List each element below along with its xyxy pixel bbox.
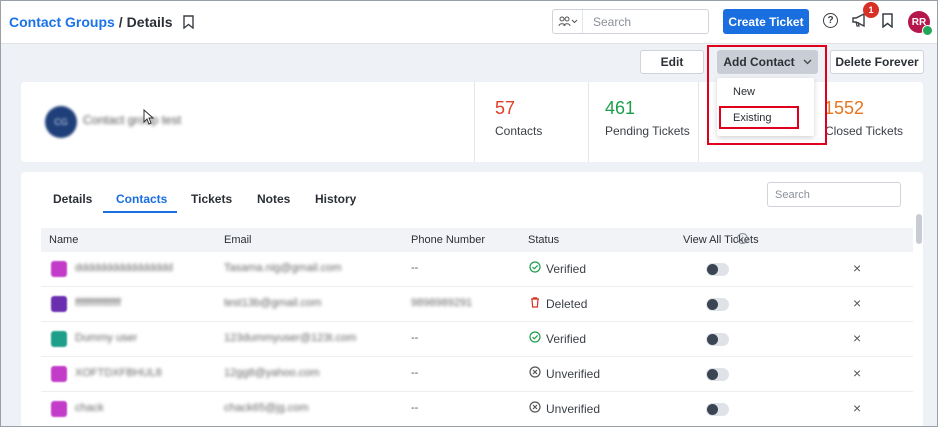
info-icon[interactable]: i bbox=[737, 233, 748, 244]
tab-contacts[interactable]: Contacts bbox=[116, 192, 167, 206]
notification-badge[interactable]: 1 bbox=[863, 2, 879, 18]
tab-notes[interactable]: Notes bbox=[257, 192, 290, 206]
contact-phone: -- bbox=[411, 332, 419, 344]
stat-pending-value: 461 bbox=[605, 98, 636, 118]
check-circle-icon bbox=[529, 261, 541, 276]
status-label: Verified bbox=[546, 261, 587, 276]
contact-name[interactable]: chack bbox=[75, 402, 104, 414]
contact-avatar bbox=[51, 401, 67, 417]
stat-pending-tickets: 461 Pending Tickets bbox=[588, 82, 698, 162]
status-label: Unverified bbox=[546, 401, 601, 416]
scrollbar-thumb[interactable] bbox=[916, 214, 922, 244]
view-all-tickets-toggle[interactable] bbox=[706, 368, 729, 381]
contact-name[interactable]: ffffffffffffffff bbox=[75, 297, 121, 309]
stat-pending-label: Pending Tickets bbox=[605, 124, 690, 138]
stat-closed-label: Closed Tickets bbox=[825, 124, 904, 138]
contact-status: Verified bbox=[529, 331, 586, 346]
active-tab-indicator bbox=[103, 211, 177, 213]
x-circle-icon bbox=[529, 366, 541, 381]
create-ticket-button[interactable]: Create Ticket bbox=[723, 9, 809, 34]
contacts-search-placeholder: Search bbox=[775, 189, 810, 201]
breadcrumb-separator: / bbox=[118, 14, 123, 30]
status-label: Verified bbox=[546, 331, 587, 346]
tab-details[interactable]: Details bbox=[53, 192, 92, 206]
stat-contacts-label: Contacts bbox=[495, 124, 543, 138]
table-header: Name Email Phone Number Status View All … bbox=[41, 228, 913, 252]
highlight-box-existing bbox=[719, 106, 799, 129]
status-label: Deleted bbox=[546, 296, 588, 311]
trash-icon bbox=[529, 296, 541, 311]
help-icon[interactable]: ? bbox=[823, 13, 838, 28]
global-search[interactable]: Search bbox=[552, 9, 709, 34]
contact-name[interactable]: dddddddddddddddd bbox=[75, 262, 173, 274]
column-header-phone[interactable]: Phone Number bbox=[411, 234, 485, 246]
contact-email: test13b@gmail.com bbox=[224, 297, 322, 309]
remove-contact-icon[interactable]: × bbox=[853, 330, 861, 346]
edit-button[interactable]: Edit bbox=[640, 50, 704, 74]
column-header-status[interactable]: Status bbox=[528, 234, 559, 246]
contacts-card: Details Contacts Tickets Notes History S… bbox=[21, 172, 923, 426]
view-all-tickets-toggle[interactable] bbox=[706, 298, 729, 311]
breadcrumb-contact-groups-link[interactable]: Contact Groups bbox=[9, 14, 115, 30]
contact-name[interactable]: XOFTDXFBHUL8 bbox=[75, 367, 162, 379]
contact-avatar bbox=[51, 261, 67, 277]
table-row[interactable]: chack chack65@jg.com -- Unverified × bbox=[41, 392, 913, 426]
view-all-tickets-toggle[interactable] bbox=[706, 263, 729, 276]
delete-forever-button[interactable]: Delete Forever bbox=[830, 50, 924, 74]
x-circle-icon bbox=[529, 401, 541, 416]
contact-email: Tasama.nig@gmail.com bbox=[224, 262, 342, 274]
contact-avatar bbox=[51, 331, 67, 347]
mouse-cursor-icon bbox=[143, 109, 155, 125]
status-label: Unverified bbox=[546, 366, 601, 381]
contact-email: 12gg8@yahoo.com bbox=[224, 367, 320, 379]
bookmark-list-icon[interactable] bbox=[882, 13, 893, 28]
contact-phone: -- bbox=[411, 402, 419, 414]
table-row[interactable]: Dummy user 123dummyuser@123t.com -- Verifie… bbox=[41, 322, 913, 357]
remove-contact-icon[interactable]: × bbox=[853, 365, 861, 381]
contact-email: chack65@jg.com bbox=[224, 402, 309, 414]
contact-status: Deleted bbox=[529, 296, 587, 311]
remove-contact-icon[interactable]: × bbox=[853, 400, 861, 416]
app-window: Contact Groups / Details Search Create T… bbox=[0, 0, 938, 427]
view-all-tickets-toggle[interactable] bbox=[706, 333, 729, 346]
contact-avatar bbox=[51, 296, 67, 312]
stat-contacts-value: 57 bbox=[495, 98, 516, 118]
contact-phone: -- bbox=[411, 262, 419, 274]
remove-contact-icon[interactable]: × bbox=[853, 295, 861, 311]
column-header-name[interactable]: Name bbox=[49, 234, 78, 246]
page-title: Details bbox=[126, 14, 173, 30]
table-row[interactable]: ffffffffffffffff test13b@gmail.com 9898989… bbox=[41, 287, 913, 322]
online-status-icon bbox=[922, 25, 933, 36]
contact-status: Unverified bbox=[529, 366, 600, 381]
table-row[interactable]: XOFTDXFBHUL8 12gg8@yahoo.com -- Unverified × bbox=[41, 357, 913, 392]
contact-phone: -- bbox=[411, 367, 419, 379]
contact-phone: 9898989291 bbox=[411, 297, 473, 309]
highlight-box-dropdown bbox=[707, 45, 827, 145]
contacts-search-input[interactable]: Search bbox=[767, 182, 901, 207]
search-scope-icon[interactable] bbox=[553, 10, 583, 33]
stat-contacts: 57 Contacts bbox=[474, 82, 588, 162]
view-all-tickets-toggle[interactable] bbox=[706, 403, 729, 416]
column-header-email[interactable]: Email bbox=[224, 234, 252, 246]
remove-contact-icon[interactable]: × bbox=[853, 260, 861, 276]
group-avatar: CG bbox=[45, 106, 77, 138]
tab-tickets[interactable]: Tickets bbox=[191, 192, 232, 206]
contact-email: 123dummyuser@123t.com bbox=[224, 332, 357, 344]
top-bar: Contact Groups / Details Search Create T… bbox=[1, 1, 937, 44]
check-circle-icon bbox=[529, 331, 541, 346]
bookmark-icon[interactable] bbox=[182, 15, 194, 29]
table-row[interactable]: dddddddddddddddd Tasama.nig@gmail.com -- Ve… bbox=[41, 252, 913, 287]
global-search-input[interactable]: Search bbox=[583, 15, 631, 29]
breadcrumb: Contact Groups / Details bbox=[9, 14, 194, 30]
contact-status: Unverified bbox=[529, 401, 600, 416]
group-name: Contact group test bbox=[83, 113, 182, 127]
contact-name[interactable]: Dummy user bbox=[75, 332, 137, 344]
contact-avatar bbox=[51, 366, 67, 382]
stat-closed-value: 1552 bbox=[824, 98, 865, 118]
tab-history[interactable]: History bbox=[315, 192, 356, 206]
contact-status: Verified bbox=[529, 261, 586, 276]
